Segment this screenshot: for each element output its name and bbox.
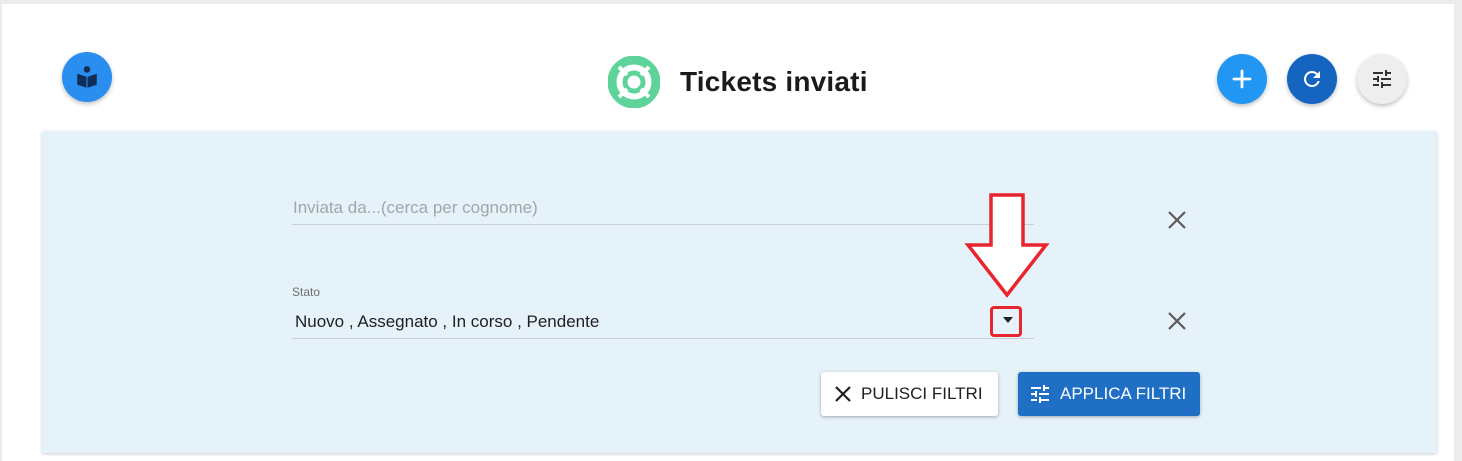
tune-icon [1028,382,1052,406]
close-icon [833,384,853,404]
apply-filters-button[interactable]: APPLICA FILTRI [1018,372,1200,416]
clear-filters-button[interactable]: PULISCI FILTRI [821,372,998,416]
page-header: Tickets inviati [608,56,868,108]
refresh-button[interactable] [1287,54,1337,104]
status-dropdown-button[interactable] [993,306,1023,334]
sender-search-input[interactable]: Inviata da...(cerca per cognome) [293,198,538,218]
refresh-icon [1303,70,1320,87]
caret-down-icon [1003,317,1013,323]
clear-status-icon[interactable] [1166,310,1188,332]
plus-icon [1232,69,1252,89]
book-reader-icon [77,66,97,88]
status-field-label: Stato [292,285,321,299]
apply-filters-label: APPLICA FILTRI [1060,384,1187,403]
life-ring-icon [608,56,660,108]
status-select-underline [292,338,1034,339]
page-title: Tickets inviati [680,66,868,97]
sender-input-underline [292,224,1034,225]
filter-panel: Inviata da...(cerca per cognome) Stato N… [42,131,1437,453]
status-select[interactable]: Nuovo , Assegnato , In corso , Pendente [295,312,599,332]
add-button[interactable] [1217,54,1267,104]
clear-filters-label: PULISCI FILTRI [861,384,983,403]
tune-icon [1373,70,1391,88]
filters-toggle-button[interactable] [1357,54,1407,104]
clear-sender-icon[interactable] [1166,209,1188,231]
reader-button[interactable] [62,52,112,102]
